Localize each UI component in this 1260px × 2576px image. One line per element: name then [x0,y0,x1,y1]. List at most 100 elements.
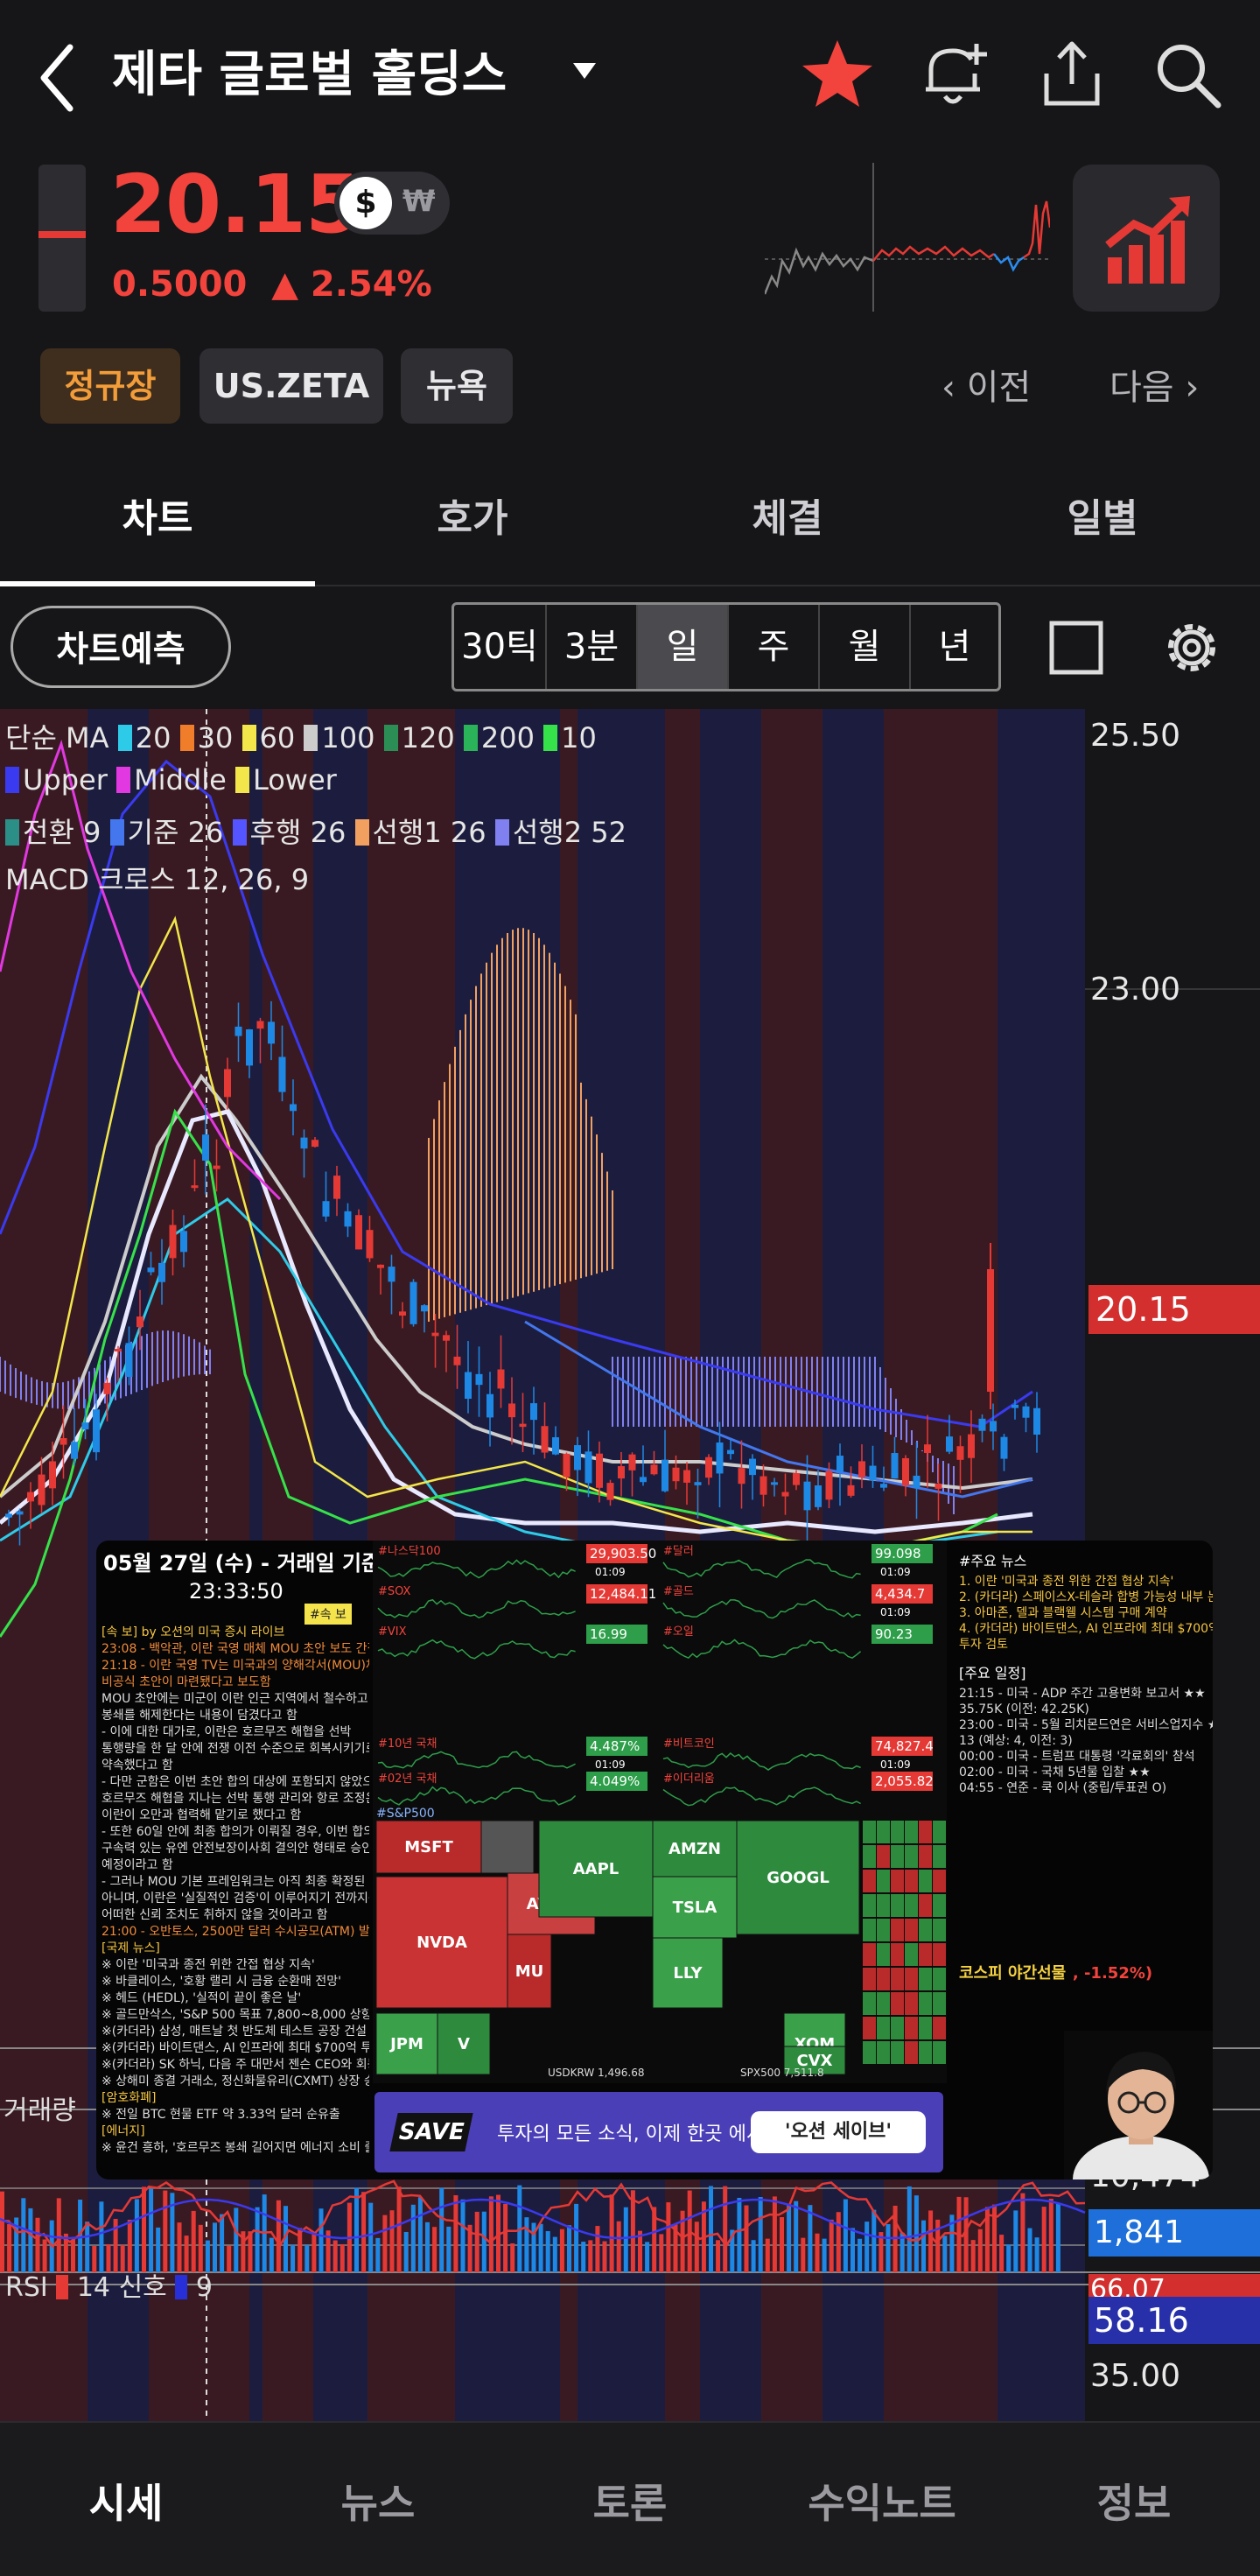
overlay-market-board: #나스닥100 29,903.50 01:09 #SOX 12,484.11 #VIX 16… [373,1541,947,2083]
volume-bar [425,2222,430,2272]
heatmap-cell [891,2017,904,2039]
volume-bar [21,2198,26,2272]
nav-discussion[interactable]: 토론 [504,2472,756,2530]
heatmap-cell [933,2017,946,2039]
candle-body [694,1482,702,1485]
back-icon[interactable] [32,39,84,117]
overlay-news-line: 구속력 있는 유엔 안전보장이사회 결의안 형태로 승인될 [102,1842,369,1856]
heatmap-cell [891,1968,904,1990]
candle-body [453,1356,461,1365]
heatmap-cell [863,1821,876,1843]
volume-bar [942,2236,948,2272]
candle-body [71,1442,78,1459]
tab-orderbook[interactable]: 호가 [315,487,630,543]
board-quote-name: #골드 [663,1585,694,1598]
board-quote-name: #오일 [663,1625,694,1639]
overlay-news-line: 아니며, 이란은 '실질적인 검증'이 이루어지기 전까지는 [102,1892,369,1906]
volume-bar [290,2244,296,2272]
fullscreen-icon[interactable] [1041,613,1111,683]
nav-quote[interactable]: 시세 [0,2472,252,2530]
overlay-headline: 투자 검토 [959,1638,1008,1652]
heatmap-cell [863,2041,876,2064]
search-icon[interactable] [1148,35,1227,114]
trend-chart-button[interactable] [1073,165,1220,312]
volume-bar [602,2241,607,2272]
heatmap-cell [863,1845,876,1868]
period-day[interactable]: 일 [638,605,729,689]
period-month[interactable]: 월 [820,605,911,689]
candle-body [399,1311,406,1316]
news-overlay-video[interactable]: 05월 27일 (수) - 거래일 기준 23:33:50 #속 보 [속 보]… [96,1541,1213,2179]
candle-body [760,1476,767,1495]
volume-bar [765,2238,770,2272]
candle-body [596,1453,603,1488]
currency-toggle[interactable]: $ ₩ [334,172,450,235]
bell-plus-icon[interactable] [914,35,992,114]
candle-body [847,1485,855,1496]
candle-body [1033,1407,1040,1435]
tab-chart[interactable]: 차트 [0,487,315,543]
volume-bar [858,2238,863,2272]
board-quote-name: #비트코인 [663,1737,715,1751]
overlay-news-line: - 다만 군함은 이번 초안 합의 대상에 포함되지 않았으며, [102,1775,369,1789]
period-year[interactable]: 년 [911,605,998,689]
volume-bar [35,2217,40,2272]
exchange-tag: 뉴욕 [401,348,513,424]
next-stock-button[interactable]: 다음 › [1110,359,1199,410]
candle-body [278,1056,286,1092]
heatmap-cell [905,1821,918,1843]
heatmap-cell [919,2041,932,2064]
ichimoku-label: 선행2 52 [512,816,626,849]
candle-body [618,1466,625,1479]
currency-dollar[interactable]: $ [340,177,392,229]
candle-body [519,1423,527,1428]
star-icon[interactable] [798,35,877,114]
volume-bar [1006,2244,1012,2272]
candle-body [716,1442,724,1474]
tab-trades[interactable]: 체결 [630,487,945,543]
heatmap-cell [891,1870,904,1892]
volume-bar [545,2231,550,2272]
nav-news[interactable]: 뉴스 [252,2472,504,2530]
volume-bar [432,2227,438,2272]
candle-body [738,1468,746,1485]
heatmap-cell [933,1992,946,2015]
heatmap-cell [863,1992,876,2015]
candle-body [825,1470,833,1500]
dropdown-caret-icon[interactable] [573,63,596,79]
overlay-badge: #속 보 [304,1604,352,1625]
stock-title[interactable]: 제타 글로벌 홀딩스 [112,35,507,106]
volume-bar [645,2242,650,2272]
tab-daily[interactable]: 일별 [945,487,1260,543]
heatmap-cell [919,1894,932,1917]
share-icon[interactable] [1032,35,1111,114]
heatmap-cell [905,1845,918,1868]
heatmap-ticker: MSFT [404,1838,453,1857]
chart-predict-button[interactable]: 차트예측 [10,606,231,688]
nav-profit-note[interactable]: 수익노트 [756,2472,1008,2530]
ma-label: 200 [480,721,544,755]
overlay-news-line: [국제 뉴스] [102,1941,160,1955]
period-week[interactable]: 주 [729,605,820,689]
period-30tick[interactable]: 30틱 [454,605,547,689]
overlay-headline: 3. 아마존, 델과 블랙웰 시스템 구매 계약 [959,1606,1167,1620]
currency-won[interactable]: ₩ [402,184,436,219]
volume-bar [808,2205,813,2272]
nav-info[interactable]: 정보 [1008,2472,1260,2530]
board-quote-value: 29,903.50 [590,1546,656,1562]
period-3min[interactable]: 3분 [547,605,638,689]
kospi-value: , -1.52%) [1072,1964,1153,1983]
settings-gear-icon[interactable] [1157,613,1227,683]
volume-bar [28,2207,33,2272]
board-quote-value: 74,827.4 [875,1738,934,1754]
heatmap-cell [933,1968,946,1990]
candle-body [924,1444,931,1454]
volume-bar [659,2234,664,2272]
prev-stock-button[interactable]: ‹ 이전 [942,359,1031,410]
heatmap-cell [891,1894,904,1917]
heatmap-cell [919,1870,932,1892]
heatmap-cell [863,1943,876,1966]
candle-body [246,1029,253,1066]
volume-label: 거래량 [4,2095,76,2126]
bollinger-label: Lower [252,763,337,797]
